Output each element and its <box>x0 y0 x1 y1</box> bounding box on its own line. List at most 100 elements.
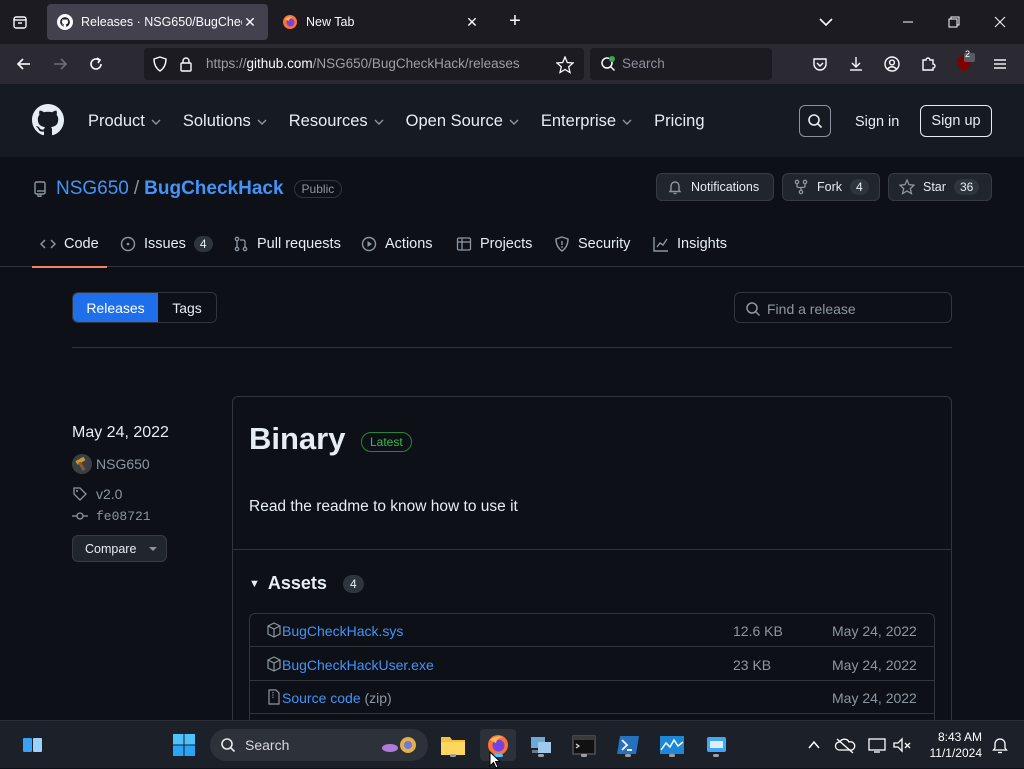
account-icon[interactable] <box>880 52 904 76</box>
lock-icon[interactable] <box>178 56 194 72</box>
nav-label: Resources <box>288 112 368 130</box>
play-icon <box>361 236 377 252</box>
asset-row: BugCheckHackUser.exe 23 KB May 24, 2022 <box>250 648 934 681</box>
tab-insights[interactable]: Insights <box>653 221 727 267</box>
fork-label: Fork <box>817 180 842 194</box>
nav-open-source[interactable]: Open Source <box>406 112 519 131</box>
extensions-puzzle-icon[interactable] <box>916 52 940 76</box>
asset-name: Source code <box>282 690 361 706</box>
file-explorer-icon[interactable] <box>437 729 469 761</box>
onedrive-icon[interactable] <box>829 729 861 761</box>
star-button[interactable]: Star 36 <box>888 173 992 201</box>
nav-label: Pricing <box>654 112 705 130</box>
asset-link[interactable]: BugCheckHackUser.exe <box>282 657 434 673</box>
notifications-button[interactable]: Notifications <box>656 173 774 201</box>
nav-enterprise[interactable]: Enterprise <box>541 112 632 131</box>
asset-link[interactable]: BugCheckHack.sys <box>282 623 403 639</box>
asset-link[interactable]: Source code (zip) <box>282 690 392 706</box>
bookmark-star-icon[interactable] <box>556 56 574 74</box>
reload-icon[interactable] <box>84 52 108 76</box>
downloads-icon[interactable] <box>844 52 868 76</box>
widgets-icon[interactable] <box>16 729 48 761</box>
assets-toggle[interactable]: ▼ Assets 4 <box>249 573 364 594</box>
chevron-up-icon[interactable] <box>798 729 830 761</box>
release-card: Binary Latest Read the readme to know ho… <box>232 396 952 733</box>
release-title[interactable]: Binary <box>249 421 345 457</box>
network-app-icon[interactable] <box>525 729 557 761</box>
assets-label: Assets <box>267 573 327 593</box>
tab-projects[interactable]: Projects <box>456 221 532 267</box>
search-icon <box>808 114 823 129</box>
releases-tab-button[interactable]: Releases <box>73 293 158 322</box>
divider <box>233 549 951 550</box>
clock-time: 8:43 AM <box>937 730 982 744</box>
tab-pull-requests[interactable]: Pull requests <box>233 221 341 267</box>
nav-pricing[interactable]: Pricing <box>654 112 704 131</box>
repo-slash: / <box>133 178 140 199</box>
tab-label: Security <box>578 236 631 252</box>
address-bar[interactable]: https://github.com/NSG650/BugCheckHack/r… <box>144 48 584 80</box>
browser-search-field[interactable]: Search <box>590 48 772 80</box>
find-release-input[interactable]: Find a release <box>734 292 952 323</box>
star-count: 36 <box>953 179 980 195</box>
github-logo-icon[interactable] <box>32 104 64 136</box>
nav-solutions[interactable]: Solutions <box>183 112 267 131</box>
back-arrow-icon[interactable] <box>12 52 36 76</box>
tab-label: Pull requests <box>257 236 341 252</box>
fork-button[interactable]: Fork 4 <box>782 173 880 201</box>
resource-monitor-icon[interactable] <box>656 729 688 761</box>
release-author[interactable]: NSG650 <box>72 454 150 474</box>
tab-issues[interactable]: Issues 4 <box>120 221 213 267</box>
tab-overview-icon[interactable] <box>0 0 40 44</box>
system-clock[interactable]: 8:43 AM 11/1/2024 <box>918 729 983 761</box>
search-highlight-icon <box>382 737 416 753</box>
caret-down-icon <box>149 546 158 551</box>
forward-arrow-icon[interactable] <box>48 52 72 76</box>
running-indicator <box>669 754 675 757</box>
ublock-extension-icon[interactable]: 2 <box>952 49 976 76</box>
browser-tab-releases[interactable]: Releases · NSG650/BugCheckHack ✕ <box>47 4 268 40</box>
sign-in-link[interactable]: Sign in <box>855 114 899 130</box>
app-window-icon[interactable] <box>700 729 732 761</box>
running-indicator <box>538 754 544 757</box>
tags-tab-button[interactable]: Tags <box>158 293 216 322</box>
running-indicator <box>713 754 719 757</box>
nav-resources[interactable]: Resources <box>289 112 384 131</box>
new-tab-plus-icon[interactable]: + <box>504 10 526 34</box>
terminal-icon[interactable] <box>568 729 600 761</box>
pocket-icon[interactable] <box>808 52 832 76</box>
header-search-button[interactable] <box>799 105 831 137</box>
issue-opened-icon <box>120 236 136 252</box>
release-commit-link[interactable]: fe08721 <box>72 508 151 524</box>
repo-title: NSG650 / BugCheckHack Public <box>32 178 343 200</box>
notification-bell-icon[interactable] <box>984 729 1016 761</box>
close-window-icon[interactable] <box>988 10 1012 34</box>
sign-up-button[interactable]: Sign up <box>920 105 992 137</box>
tab-label: Projects <box>480 236 533 252</box>
close-tab-icon[interactable]: ✕ <box>242 14 258 31</box>
running-indicator <box>450 754 456 757</box>
triangle-down-icon: ▼ <box>249 577 260 590</box>
shield-icon[interactable] <box>152 56 168 72</box>
restore-icon[interactable] <box>942 10 966 34</box>
start-windows-icon[interactable] <box>168 729 200 761</box>
repo-owner-link[interactable]: NSG650 <box>56 178 129 200</box>
tab-label: Insights <box>677 236 727 252</box>
hamburger-menu-icon[interactable] <box>988 52 1012 76</box>
tab-security[interactable]: Security <box>554 221 630 267</box>
browser-tab-new-tab[interactable]: New Tab ✕ <box>272 4 490 40</box>
compare-button[interactable]: Compare <box>72 535 167 562</box>
nav-product[interactable]: Product <box>88 112 161 131</box>
repo-name-link[interactable]: BugCheckHack <box>144 178 283 200</box>
taskbar-search[interactable]: Search <box>210 729 428 761</box>
tab-actions[interactable]: Actions <box>361 221 433 267</box>
tab-code[interactable]: Code <box>32 221 107 268</box>
release-tag-link[interactable]: v2.0 <box>72 486 122 502</box>
powershell-icon[interactable] <box>612 729 644 761</box>
minimize-icon[interactable] <box>896 10 920 34</box>
find-release-placeholder: Find a release <box>767 301 856 317</box>
volume-muted-icon[interactable] <box>886 729 918 761</box>
close-tab-icon[interactable]: ✕ <box>464 14 480 31</box>
git-commit-icon <box>72 512 88 520</box>
list-all-tabs-chevron-icon[interactable] <box>816 12 836 32</box>
